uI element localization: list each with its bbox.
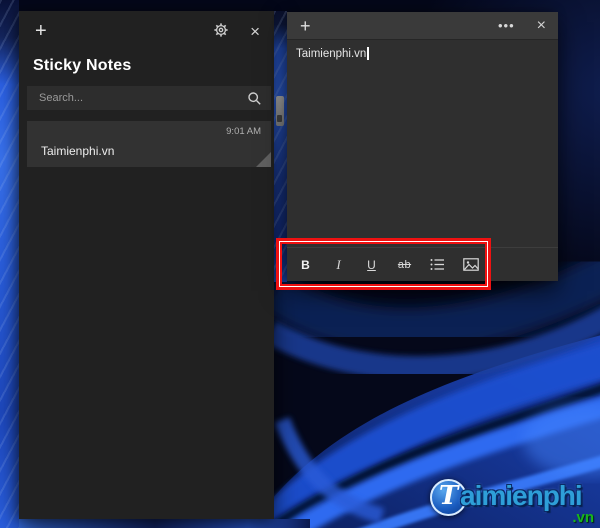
page-title: Sticky Notes xyxy=(33,57,132,74)
search-input[interactable] xyxy=(39,92,248,104)
note-format-toolbar: B I U ab xyxy=(287,247,558,281)
new-note-button[interactable]: + xyxy=(31,19,51,43)
bullet-list-button[interactable] xyxy=(426,253,449,276)
desktop: + × Sticky Notes Search... 9:01 AM Taimi… xyxy=(0,0,600,528)
text-caret xyxy=(367,47,369,60)
strikethrough-button[interactable]: ab xyxy=(393,253,416,276)
note-content-text: Taimienphi.vn xyxy=(296,48,367,60)
note-editor[interactable]: Taimienphi.vn xyxy=(287,40,558,67)
settings-button[interactable] xyxy=(210,21,232,41)
background-scrollbar-fragment xyxy=(276,96,284,126)
note-new-note-button[interactable]: + xyxy=(296,15,315,37)
insert-image-button[interactable] xyxy=(459,253,482,276)
note-titlebar[interactable]: + ••• × xyxy=(287,12,558,40)
note-list-item[interactable]: 9:01 AM Taimienphi.vn xyxy=(27,121,271,167)
logo-domain-text: .vn xyxy=(572,509,594,526)
wallpaper-left-strip xyxy=(0,0,19,528)
note-timestamp: 9:01 AM xyxy=(226,126,261,137)
list-window-titlebar: + × xyxy=(19,11,274,45)
note-close-button[interactable]: × xyxy=(533,16,550,36)
open-note-window: + ••• × Taimienphi.vn B I U ab xyxy=(287,12,558,281)
italic-button[interactable]: I xyxy=(327,253,350,276)
note-fold-corner-icon xyxy=(256,152,271,167)
bold-button[interactable]: B xyxy=(294,253,317,276)
taimienphi-watermark: T aimienphi .vn xyxy=(422,474,600,526)
search-icon xyxy=(248,91,261,105)
image-icon xyxy=(462,258,479,271)
sticky-notes-list-window: + × Sticky Notes Search... 9:01 AM Taimi… xyxy=(19,11,274,519)
bullet-list-icon xyxy=(430,259,444,270)
wallpaper-gap-strip xyxy=(274,11,287,282)
gear-icon xyxy=(214,23,228,37)
note-menu-button[interactable]: ••• xyxy=(494,17,519,34)
note-preview-text: Taimienphi.vn xyxy=(41,144,115,158)
logo-name-text: aimienphi xyxy=(460,480,583,511)
close-list-button[interactable]: × xyxy=(246,21,264,42)
search-box[interactable] xyxy=(27,86,271,110)
underline-button[interactable]: U xyxy=(360,253,383,276)
